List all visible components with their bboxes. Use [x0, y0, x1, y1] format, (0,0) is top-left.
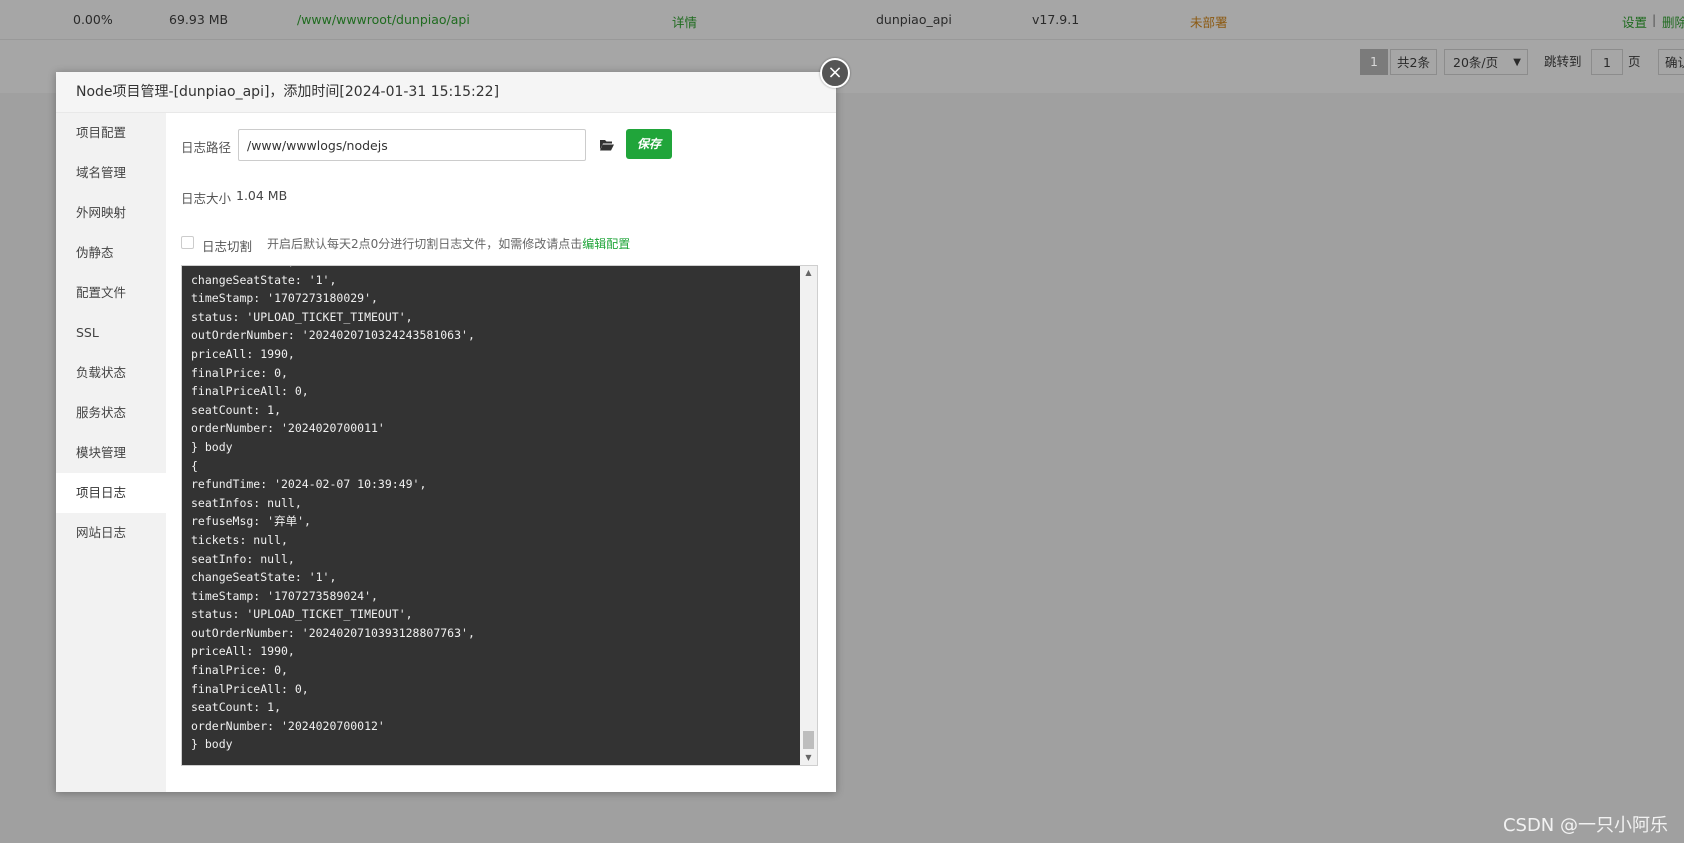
log-line: {: [191, 458, 198, 473]
scroll-up-icon[interactable]: ▲: [800, 266, 817, 280]
log-line: priceAll: 1990,: [191, 644, 295, 659]
save-button[interactable]: 保存: [626, 129, 672, 159]
log-line: orderNumber: '2024020700011': [191, 421, 385, 436]
modal-sidebar: 项目配置 域名管理 外网映射 伪静态 配置文件 SSL 负载状态 服务状态 模块…: [56, 113, 166, 792]
scroll-thumb[interactable]: [803, 731, 814, 749]
sidebar-item-external-mapping[interactable]: 外网映射: [56, 193, 166, 233]
modal-content: 日志路径 保存 日志大小 1.04 MB 日志切割 开启后默认每天2点0分进行切…: [166, 113, 836, 792]
log-line: finalPrice: 0,: [191, 365, 288, 380]
sidebar-item-rewrite[interactable]: 伪静态: [56, 233, 166, 273]
details-link[interactable]: 详情: [672, 12, 697, 31]
log-line: } body: [191, 737, 233, 752]
memory-usage: 69.93 MB: [169, 12, 229, 27]
jump-page-input[interactable]: 1: [1591, 49, 1623, 75]
log-line: status: 'UPLOAD_TICKET_TIMEOUT',: [191, 309, 413, 324]
log-lines: seatInfo: null, changeSeatState: '1', ti…: [191, 266, 475, 754]
close-icon[interactable]: ×: [820, 58, 850, 88]
deploy-status[interactable]: 未部署: [1190, 12, 1228, 31]
log-line: refuseMsg: '弃单',: [191, 514, 311, 529]
log-line: orderNumber: '2024020700012': [191, 718, 385, 733]
sidebar-item-site-log[interactable]: 网站日志: [56, 513, 166, 553]
per-page-value: 20条/页: [1453, 55, 1499, 70]
project-name: dunpiao_api: [876, 12, 952, 27]
project-path-link[interactable]: /www/wwwroot/dunpiao/api: [297, 12, 470, 27]
scroll-down-icon[interactable]: ▼: [800, 751, 817, 765]
log-path-input[interactable]: [238, 129, 586, 161]
action-separator: |: [1652, 12, 1657, 27]
sidebar-item-ssl[interactable]: SSL: [56, 313, 166, 353]
log-line: seatInfo: null,: [191, 266, 295, 268]
jump-confirm-button[interactable]: 确认: [1658, 49, 1684, 75]
jump-label: 跳转到: [1544, 54, 1582, 69]
log-line: outOrderNumber: '2024020710324243581063'…: [191, 328, 475, 343]
log-cut-hint: 开启后默认每天2点0分进行切割日志文件，如需修改请点击编辑配置: [267, 235, 630, 252]
edit-config-link[interactable]: 编辑配置: [582, 237, 630, 251]
log-viewer[interactable]: seatInfo: null, changeSeatState: '1', ti…: [181, 265, 818, 766]
modal-title: Node项目管理-[dunpiao_api]，添加时间[2024-01-31 1…: [56, 72, 836, 113]
log-line: seatCount: 1,: [191, 700, 282, 715]
log-line: finalPriceAll: 0,: [191, 681, 309, 696]
log-cut-hint-text: 开启后默认每天2点0分进行切割日志文件，如需修改请点击: [267, 237, 583, 251]
sidebar-item-service-status[interactable]: 服务状态: [56, 393, 166, 433]
sidebar-item-load-status[interactable]: 负载状态: [56, 353, 166, 393]
log-line: seatCount: 1,: [191, 402, 282, 417]
log-size-value: 1.04 MB: [236, 188, 288, 203]
sidebar-item-config-file[interactable]: 配置文件: [56, 273, 166, 313]
log-line: priceAll: 1990,: [191, 346, 295, 361]
sidebar-item-project-log[interactable]: 项目日志: [56, 473, 166, 513]
per-page-select[interactable]: 20条/页 ▼: [1444, 49, 1528, 75]
log-line: tickets: null,: [191, 532, 288, 547]
log-scrollbar[interactable]: ▲ ▼: [800, 266, 817, 765]
node-project-modal: Node项目管理-[dunpiao_api]，添加时间[2024-01-31 1…: [56, 58, 850, 792]
log-line: seatInfo: null,: [191, 551, 295, 566]
csdn-watermark: CSDN @一只小阿乐: [1502, 815, 1668, 836]
log-line: finalPriceAll: 0,: [191, 384, 309, 399]
sidebar-item-modules[interactable]: 模块管理: [56, 433, 166, 473]
page-total: 共2条: [1390, 49, 1437, 75]
sidebar-item-domain[interactable]: 域名管理: [56, 153, 166, 193]
log-path-label: 日志路径: [181, 140, 232, 155]
log-cut-checkbox[interactable]: [181, 236, 194, 249]
log-line: } body: [191, 439, 233, 454]
log-line: finalPrice: 0,: [191, 663, 288, 678]
folder-open-icon[interactable]: [600, 137, 614, 153]
log-line: status: 'UPLOAD_TICKET_TIMEOUT',: [191, 607, 413, 622]
log-line: timeStamp: '1707273589024',: [191, 588, 378, 603]
log-line: changeSeatState: '1',: [191, 272, 337, 287]
log-line: seatInfos: null,: [191, 495, 302, 510]
sidebar-item-project-config[interactable]: 项目配置: [56, 113, 166, 153]
page-unit: 页: [1628, 54, 1641, 69]
chevron-down-icon: ▼: [1513, 57, 1521, 68]
log-line: outOrderNumber: '2024020710393128807763'…: [191, 625, 475, 640]
node-version: v17.9.1: [1032, 12, 1080, 27]
cpu-usage: 0.00%: [73, 12, 113, 27]
log-line: refundTime: '2024-02-07 10:39:49',: [191, 477, 427, 492]
delete-link[interactable]: 删除: [1662, 12, 1684, 31]
project-table-row: 0.00% 69.93 MB /www/wwwroot/dunpiao/api …: [0, 0, 1684, 40]
log-line: changeSeatState: '1',: [191, 570, 337, 585]
page-current[interactable]: 1: [1360, 49, 1388, 75]
log-size-label: 日志大小: [181, 191, 232, 206]
log-line: timeStamp: '1707273180029',: [191, 291, 378, 306]
settings-link[interactable]: 设置: [1622, 12, 1647, 31]
log-cut-label: 日志切割: [202, 239, 253, 254]
